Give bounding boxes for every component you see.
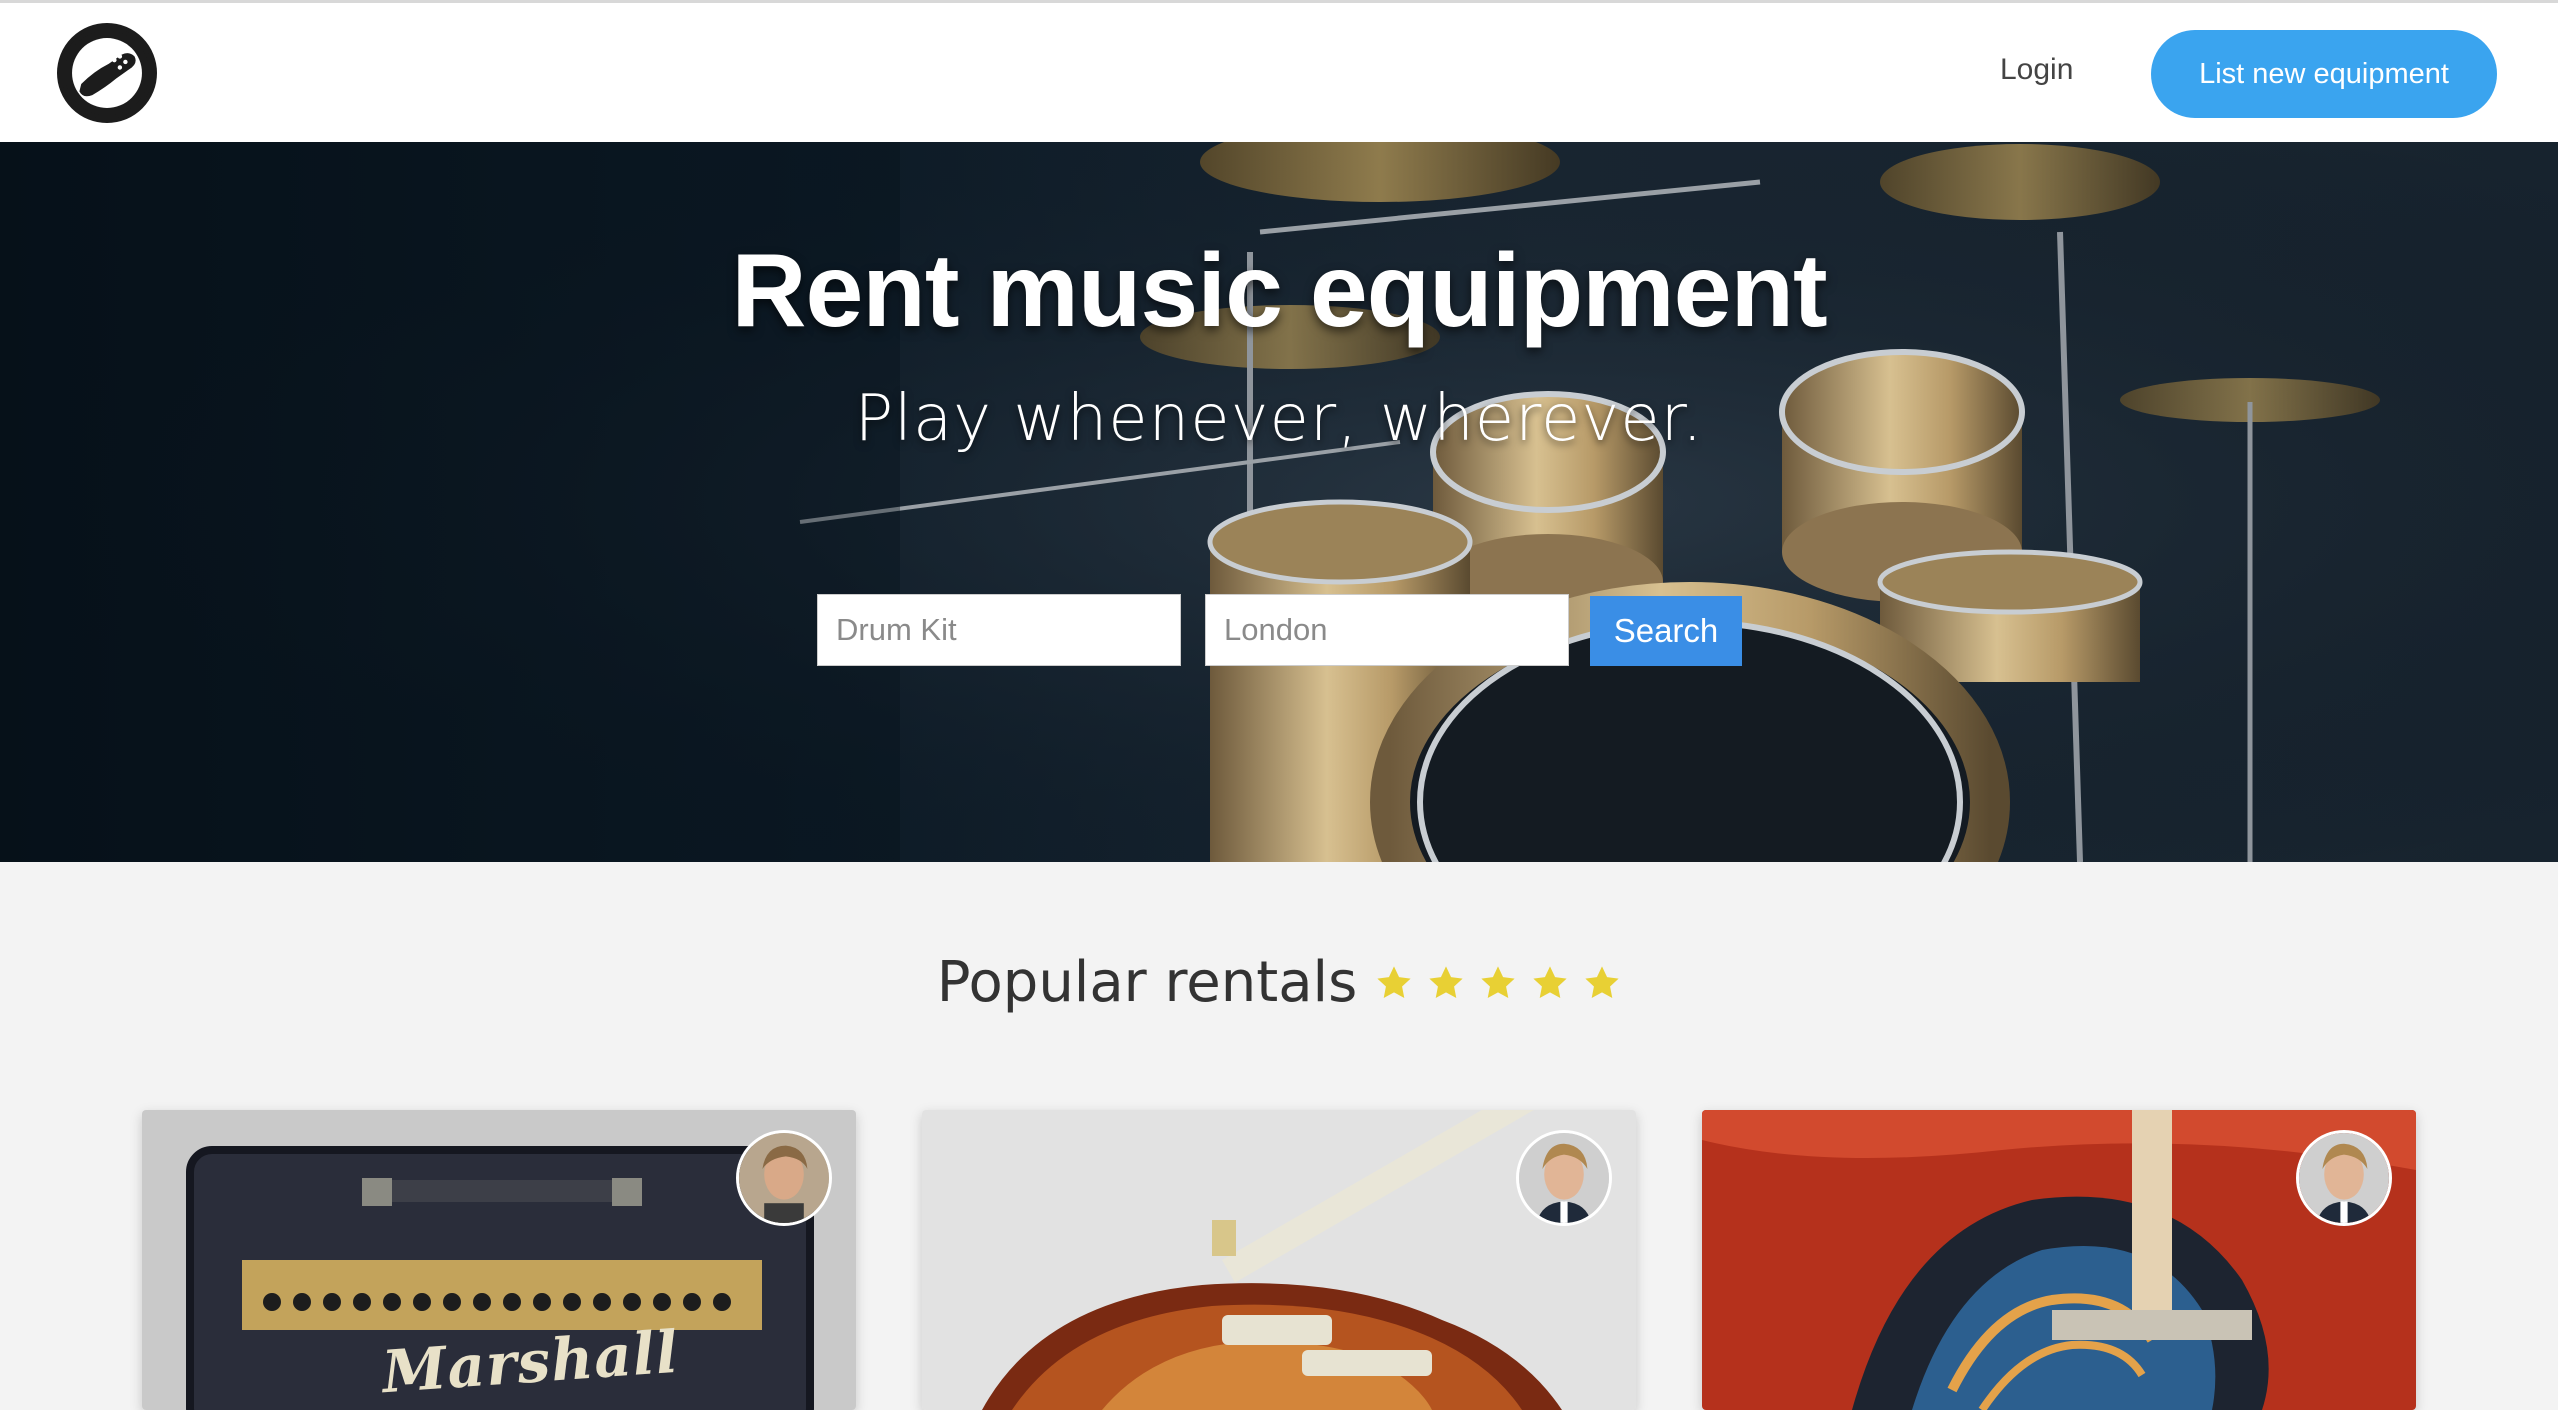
search-button[interactable]: Search <box>1590 596 1742 666</box>
rating-stars <box>1375 964 1621 1002</box>
star-icon <box>1429 965 1463 998</box>
rental-card-amplifier[interactable]: Marshall <box>142 1110 856 1410</box>
popular-rentals-heading: Popular rentals <box>0 950 2558 1015</box>
popular-rentals-title: Popular rentals <box>936 950 1358 1015</box>
rental-card-flame-guitar[interactable] <box>1702 1110 2416 1410</box>
hero-title: Rent music equipment <box>731 233 1827 349</box>
hero-banner: Rent music equipment Play whenever, wher… <box>0 142 2558 862</box>
list-new-equipment-button[interactable]: List new equipment <box>2151 30 2497 118</box>
star-icon <box>1533 965 1567 998</box>
guitar-logo-icon[interactable] <box>57 23 157 123</box>
owner-avatar[interactable] <box>2296 1130 2392 1226</box>
equipment-search-input[interactable] <box>817 594 1181 666</box>
owner-avatar[interactable] <box>736 1130 832 1226</box>
star-icon <box>1585 965 1619 998</box>
star-icon <box>1377 965 1411 998</box>
location-search-input[interactable] <box>1205 594 1569 666</box>
owner-avatar[interactable] <box>1516 1130 1612 1226</box>
login-link[interactable]: Login <box>2000 53 2073 87</box>
top-navbar: Login List new equipment <box>0 0 2558 142</box>
rental-card-guitar[interactable] <box>922 1110 1636 1410</box>
star-icon <box>1481 965 1515 998</box>
hero-subtitle: Play whenever, wherever. <box>854 382 1704 456</box>
